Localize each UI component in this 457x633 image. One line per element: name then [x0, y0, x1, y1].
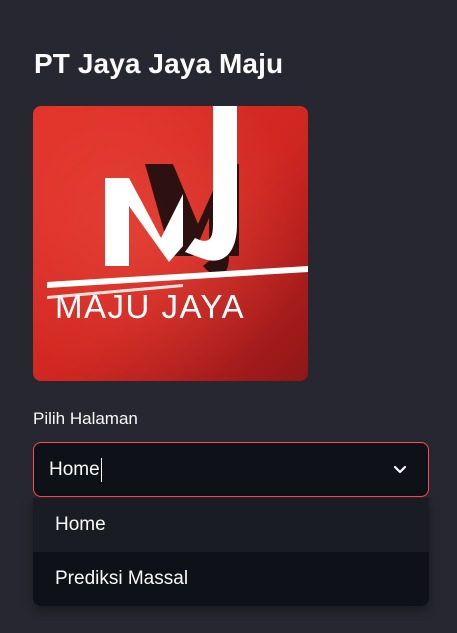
maju-jaya-logo-image: MAJU JAYA	[33, 106, 308, 381]
page-select-dropdown: Home Prediksi Massal	[33, 498, 429, 606]
option-prediksi-massal[interactable]: Prediksi Massal	[33, 552, 429, 606]
company-logo: MAJU JAYA	[33, 106, 308, 381]
app-title: PT Jaya Jaya Maju	[34, 48, 284, 79]
logo-text: MAJU JAYA	[55, 288, 245, 325]
select-label: Pilih Halaman	[33, 409, 138, 428]
page-select-value: Home	[49, 458, 100, 480]
option-home[interactable]: Home	[33, 498, 429, 552]
text-cursor	[100, 457, 102, 482]
sidebar: PT Jaya Jaya Maju MAJU JAYA Pilih Halama…	[0, 0, 457, 633]
page-select[interactable]: Home	[33, 442, 429, 497]
chevron-down-icon[interactable]	[392, 461, 408, 477]
